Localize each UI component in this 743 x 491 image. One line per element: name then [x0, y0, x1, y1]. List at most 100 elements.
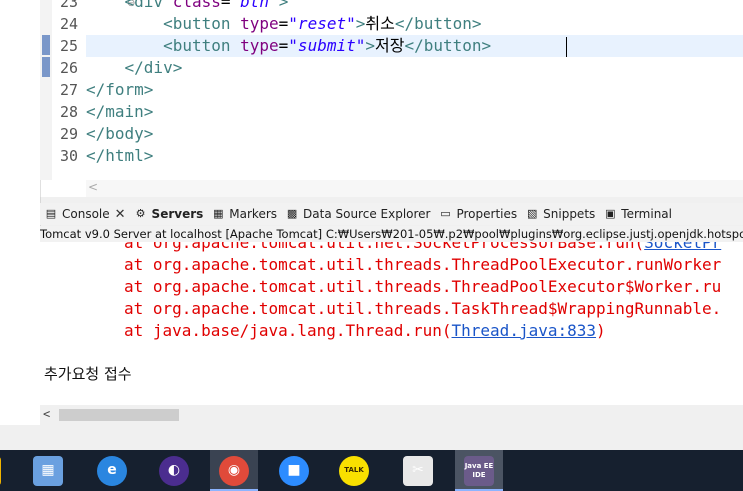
code-line[interactable]: </form> — [86, 79, 743, 101]
console-output[interactable]: at org.apache.tomcat.util.net.SocketProc… — [40, 242, 743, 425]
line-number: 27 — [59, 81, 78, 99]
taskbar-app-chrome[interactable]: ◉ — [210, 450, 258, 491]
source-link[interactable]: Thread.java:833 — [452, 321, 597, 340]
line-number: 25 — [59, 37, 78, 55]
code-token: 저장 — [375, 36, 405, 55]
code-token: type — [240, 36, 279, 55]
tab-label: Terminal — [621, 207, 672, 221]
tab-terminal[interactable]: ▣ Terminal — [599, 203, 676, 225]
code-token: <button — [163, 14, 241, 33]
scroll-left-arrow-icon[interactable]: < — [88, 180, 98, 194]
line-number-gutter: 23 24 25 26 27 28 29 30 ⊖ — [52, 0, 135, 180]
stack-trace-line: at org.apache.tomcat.util.threads.Thread… — [124, 254, 721, 276]
taskbar-app-manager-icon: ▦ — [33, 455, 63, 486]
status-strip — [0, 425, 743, 450]
code-line[interactable]: </html> — [86, 145, 743, 167]
windows-taskbar: ▦ e ◐ ◉ ■ TALK ✂ Java EE IDE — [0, 450, 743, 491]
scroll-left-arrow-icon[interactable]: < — [43, 407, 50, 421]
tab-data-source-explorer[interactable]: ▩ Data Source Explorer — [281, 203, 434, 225]
scrollbar-thumb[interactable] — [59, 409, 179, 421]
taskbar-app-eclipse-icon: ◐ — [159, 455, 189, 486]
code-token: <button — [163, 36, 241, 55]
tab-snippets[interactable]: ▧ Snippets — [521, 203, 599, 225]
stack-text: at org.apache.tomcat.util.threads.TaskTh… — [124, 299, 722, 318]
console-title: Tomcat v9.0 Server at localhost [Apache … — [40, 226, 743, 242]
tab-console[interactable]: ▤ Console ✕ — [40, 203, 130, 225]
stack-text: at java.base/java.lang.Thread.run( — [124, 321, 452, 340]
markers-icon: ▦ — [213, 207, 224, 220]
console-horizontal-scrollbar[interactable]: < — [40, 405, 743, 425]
stack-text: ) — [596, 321, 606, 340]
tab-servers[interactable]: ⚙ Servers — [130, 203, 208, 225]
taskbar-app-chrome-icon: ◉ — [219, 455, 249, 486]
taskbar-app-zoom[interactable]: ■ — [270, 450, 318, 491]
editor-left-panel — [0, 0, 41, 197]
code-line[interactable]: </main> — [86, 101, 743, 123]
code-line[interactable]: </body> — [86, 123, 743, 145]
line-number: 26 — [59, 59, 78, 77]
code-line[interactable]: </div> — [86, 57, 743, 79]
taskbar-app-partial-icon — [0, 455, 1, 486]
tab-label: Markers — [229, 207, 278, 221]
code-line[interactable]: <button type="reset">취소</button> — [86, 13, 743, 35]
taskbar-app-kakaotalk-icon: TALK — [339, 455, 369, 486]
taskbar-app-java-ee-ide[interactable]: Java EE IDE — [455, 450, 503, 491]
data-source-icon: ▩ — [286, 207, 298, 220]
code-token: class — [172, 0, 221, 11]
code-token: 취소 — [365, 14, 395, 33]
code-line[interactable]: <button type="submit">저장</button> — [86, 35, 743, 57]
stack-trace-line: at org.apache.tomcat.util.threads.TaskTh… — [124, 298, 721, 320]
taskbar-app-zoom-icon: ■ — [279, 455, 309, 486]
stack-text: at org.apache.tomcat.util.net.SocketProc… — [124, 242, 645, 252]
tab-label: Data Source Explorer — [303, 207, 431, 221]
stack-text: at org.apache.tomcat.util.threads.Thread… — [124, 255, 722, 274]
stack-trace-line: at java.base/java.lang.Thread.run(Thread… — [124, 320, 606, 342]
taskbar-app-java-ee-ide-icon: Java EE IDE — [464, 455, 494, 486]
code-token: > — [355, 14, 366, 33]
code-token: > — [278, 0, 289, 11]
editor-horizontal-scrollbar[interactable]: < — [86, 180, 743, 197]
code-area[interactable]: <div class="btn"> <button type="reset">취… — [86, 0, 743, 180]
code-token: "submit" — [288, 36, 366, 55]
tab-properties[interactable]: ▭ Properties — [434, 203, 521, 225]
taskbar-app-snipping[interactable]: ✂ — [394, 450, 442, 491]
servers-icon: ⚙ — [135, 207, 146, 220]
tab-label: Servers — [151, 207, 204, 221]
code-token: type — [240, 14, 279, 33]
code-token: > — [365, 36, 375, 55]
taskbar-app-kakaotalk[interactable]: TALK — [330, 450, 378, 491]
taskbar-app-partial[interactable] — [0, 450, 10, 491]
console-output-line: 추가요청 접수 — [44, 365, 132, 383]
code-token: </div> — [124, 58, 183, 77]
taskbar-app-ie[interactable]: e — [88, 450, 136, 491]
snippets-icon: ▧ — [526, 207, 538, 220]
code-line[interactable]: <div class="btn"> — [86, 0, 743, 13]
overview-ruler — [40, 0, 52, 180]
stack-text: at org.apache.tomcat.util.threads.Thread… — [124, 277, 722, 296]
code-token: = — [278, 36, 289, 55]
tab-label: Properties — [456, 207, 518, 221]
close-icon[interactable]: ✕ — [115, 207, 126, 222]
stack-trace-line: at org.apache.tomcat.util.net.SocketProc… — [124, 242, 721, 254]
source-link[interactable]: SocketPr — [644, 242, 721, 252]
code-token: </button> — [404, 36, 492, 55]
line-number: 30 — [59, 147, 78, 165]
text-caret — [566, 37, 567, 57]
stack-trace-line: at org.apache.tomcat.util.threads.Thread… — [124, 276, 721, 298]
taskbar-app-manager[interactable]: ▦ — [24, 450, 72, 491]
code-token: </body> — [86, 124, 154, 143]
code-token: </main> — [86, 102, 154, 121]
line-number: 28 — [59, 103, 78, 121]
terminal-icon: ▣ — [605, 207, 616, 220]
tab-markers[interactable]: ▦ Markers — [207, 203, 281, 225]
code-token: <div — [124, 0, 173, 11]
console-icon: ▤ — [45, 207, 57, 220]
code-token: </html> — [86, 146, 154, 165]
change-marker — [42, 35, 50, 55]
tab-label: Snippets — [543, 207, 596, 221]
taskbar-app-eclipse[interactable]: ◐ — [150, 450, 198, 491]
code-editor[interactable]: 23 24 25 26 27 28 29 30 ⊖ <div class="btn"> <but… — [0, 0, 743, 197]
